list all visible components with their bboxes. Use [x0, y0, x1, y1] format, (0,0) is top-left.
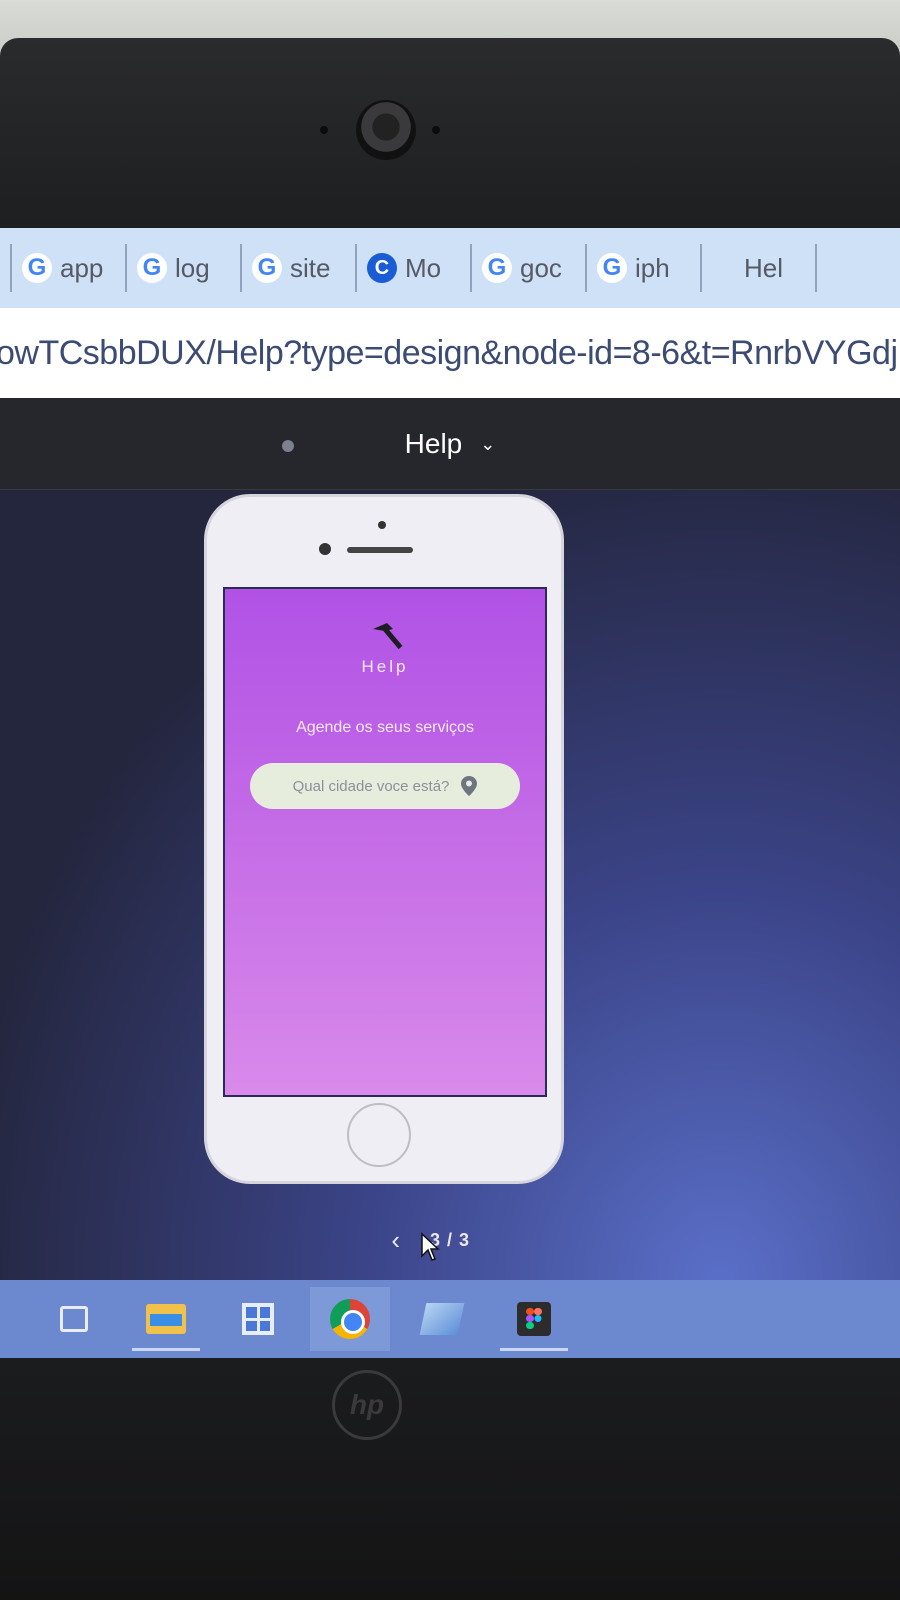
- figma-icon: [712, 253, 736, 283]
- prototype-pager: ‹ 3 / 3 ›: [0, 1220, 900, 1260]
- prototype-canvas: Help Agende os seus serviços Qual cidade…: [0, 490, 900, 1280]
- laptop-chin: [0, 1358, 900, 1600]
- browser-tab[interactable]: G log: [125, 244, 240, 292]
- google-icon: G: [137, 253, 167, 283]
- tab-label: Hel: [744, 252, 784, 283]
- browser-tab-active[interactable]: Hel: [700, 244, 815, 292]
- file-explorer-icon: [146, 1304, 186, 1334]
- chrome-icon: [330, 1299, 370, 1339]
- figma-icon: [827, 253, 851, 283]
- mouse-cursor-icon: [421, 1232, 440, 1261]
- laptop-bezel: [0, 38, 900, 238]
- prototype-header: Help ⌄: [0, 398, 900, 490]
- hp-logo: hp: [332, 1370, 402, 1440]
- tab-label: site: [290, 252, 331, 283]
- google-icon: G: [252, 253, 282, 283]
- file-explorer-button[interactable]: [126, 1287, 206, 1351]
- figma-icon: [517, 1302, 551, 1336]
- city-input[interactable]: Qual cidade voce está?: [250, 763, 520, 809]
- store-icon: [242, 1303, 274, 1335]
- prototype-title[interactable]: Help: [405, 428, 463, 460]
- app-icon: [419, 1303, 465, 1335]
- browser-tab[interactable]: [815, 244, 875, 292]
- laptop-screen: G app G log G site C Mo G goc G iph Hel …: [0, 228, 900, 1358]
- bezel-sensor: [320, 126, 328, 134]
- phone-home-button: [347, 1103, 411, 1167]
- browser-tab[interactable]: G app: [10, 244, 125, 292]
- tab-label: Mo: [405, 252, 442, 283]
- windows-taskbar: [0, 1280, 900, 1358]
- city-input-placeholder: Qual cidade voce está?: [292, 777, 450, 795]
- app-screen: Help Agende os seus serviços Qual cidade…: [223, 587, 547, 1097]
- hammer-icon: [373, 623, 403, 650]
- app-tagline: Agende os seus serviços: [296, 719, 474, 736]
- tab-label: app: [60, 252, 104, 283]
- browser-tab[interactable]: G iph: [585, 244, 700, 292]
- app-button[interactable]: [402, 1287, 482, 1351]
- bezel-sensor: [432, 126, 440, 134]
- tab-label: iph: [635, 252, 670, 283]
- phone-speaker: [347, 547, 413, 553]
- browser-tab[interactable]: C Mo: [355, 244, 470, 292]
- task-view-icon: [60, 1306, 88, 1332]
- chrome-button[interactable]: [310, 1287, 390, 1351]
- phone-camera: [319, 543, 331, 555]
- browser-tab-strip: G app G log G site C Mo G goc G iph Hel: [0, 228, 900, 308]
- c-icon: C: [367, 253, 397, 283]
- chevron-down-icon[interactable]: ⌄: [480, 434, 495, 455]
- figma-button[interactable]: [494, 1287, 574, 1351]
- address-bar[interactable]: owTCsbbDUX/Help?type=design&node-id=8-6&…: [0, 308, 900, 398]
- tab-label: log: [175, 252, 210, 283]
- browser-tab[interactable]: G site: [240, 244, 355, 292]
- url-text: owTCsbbDUX/Help?type=design&node-id=8-6&…: [0, 333, 900, 372]
- task-view-button[interactable]: [34, 1287, 114, 1351]
- phone-sensor: [378, 521, 386, 529]
- google-icon: G: [482, 253, 512, 283]
- google-icon: G: [22, 253, 52, 283]
- location-pin-icon[interactable]: [461, 776, 478, 796]
- app-brand: Help: [361, 657, 409, 676]
- browser-tab[interactable]: G goc: [470, 244, 585, 292]
- previous-frame-button[interactable]: ‹: [391, 1225, 400, 1256]
- status-dot: [282, 440, 294, 452]
- webcam: [356, 100, 416, 160]
- google-icon: G: [597, 253, 627, 283]
- phone-frame: Help Agende os seus serviços Qual cidade…: [204, 494, 564, 1184]
- tab-label: goc: [520, 252, 562, 283]
- store-button[interactable]: [218, 1287, 298, 1351]
